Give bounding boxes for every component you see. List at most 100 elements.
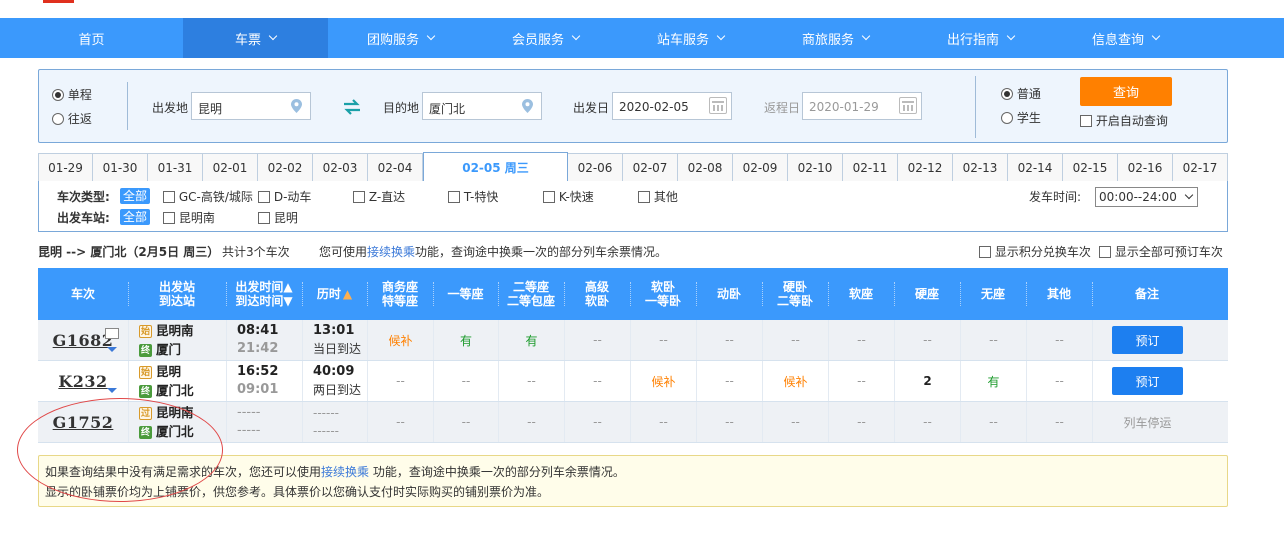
table-row: G1682 始昆明南 终厦门 08:41 21:42 13:01 当日到达 候补… xyxy=(38,320,1228,361)
date-tab[interactable]: 02-02 xyxy=(258,153,313,182)
seat-soft-seat: -- xyxy=(828,361,894,401)
table-header: 车次 出发站 到达站 出发时间▲ 到达时间▼ 历时 ▲ 商务座 特等座 一等座 二… xyxy=(38,268,1228,320)
filter-k[interactable]: K-快速 xyxy=(543,188,594,205)
trip-oneway-radio[interactable]: 单程 xyxy=(52,86,92,103)
seat-second: -- xyxy=(498,402,564,442)
type-normal-radio[interactable]: 普通 xyxy=(1001,85,1041,102)
notice-line-2: 显示的卧铺票价均为上铺票价，供您参考。具体票价以您确认支付时实际购买的铺别票价为… xyxy=(45,485,550,499)
trip-round-radio[interactable]: 往返 xyxy=(52,110,92,127)
train-number[interactable]: G1752 xyxy=(53,413,114,432)
from-station: 昆明南 xyxy=(156,405,194,420)
auto-query-checkbox[interactable]: 开启自动查询 xyxy=(1080,112,1168,129)
date-tab[interactable]: 02-04 xyxy=(368,153,423,182)
checkbox-icon xyxy=(543,191,555,203)
to-station: 厦门北 xyxy=(156,383,194,398)
book-button[interactable]: 预订 xyxy=(1112,367,1183,395)
arrival-day: 当日到达 xyxy=(313,342,362,356)
from-station: 昆明南 xyxy=(156,323,194,338)
date-tab[interactable]: 01-31 xyxy=(148,153,203,182)
seat-first: 有 xyxy=(433,320,498,360)
depart-time-label: 发车时间: xyxy=(1029,190,1082,204)
checkbox-icon xyxy=(638,191,650,203)
calendar-icon[interactable] xyxy=(899,97,917,114)
train-info-icon[interactable] xyxy=(105,328,119,339)
col-second: 二等座 二等包座 xyxy=(498,268,564,320)
date-tab[interactable]: 02-03 xyxy=(313,153,368,182)
date-tab[interactable]: 01-29 xyxy=(38,153,93,182)
book-button[interactable]: 预订 xyxy=(1112,326,1183,354)
filter-panel: 车次类型: 全部 GC-高铁/城际 D-动车 Z-直达 T-特快 K-快速 其他… xyxy=(38,181,1228,232)
col-duration[interactable]: 历时 ▲ xyxy=(302,268,367,320)
suspended-status: 列车停运 xyxy=(1092,402,1202,442)
date-tab[interactable]: 02-10 xyxy=(788,153,843,182)
nav-home[interactable]: 首页 xyxy=(0,18,183,58)
seat-business[interactable]: 候补 xyxy=(367,320,433,360)
checkbox-icon xyxy=(1099,246,1111,258)
col-times[interactable]: 出发时间▲ 到达时间▼ xyxy=(226,268,302,320)
date-tab-active[interactable]: 02-05 周三 xyxy=(423,152,568,182)
seat-soft-seat: -- xyxy=(828,402,894,442)
station-kunming[interactable]: 昆明 xyxy=(258,209,298,226)
date-tab[interactable]: 02-15 xyxy=(1063,153,1118,182)
swap-icon[interactable] xyxy=(343,99,361,115)
depart-time-select[interactable]: 00:00--24:00 xyxy=(1095,187,1198,207)
filter-d[interactable]: D-动车 xyxy=(258,188,311,205)
divider xyxy=(975,76,976,138)
date-tab[interactable]: 02-11 xyxy=(843,153,898,182)
date-tab[interactable]: 02-07 xyxy=(623,153,678,182)
col-moving-sleeper: 动卧 xyxy=(696,268,762,320)
date-tab[interactable]: 01-30 xyxy=(93,153,148,182)
seat-soft-sleeper[interactable]: 候补 xyxy=(630,361,696,401)
date-tab[interactable]: 02-16 xyxy=(1118,153,1173,182)
filter-gc[interactable]: GC-高铁/城际 xyxy=(163,188,253,205)
calendar-icon[interactable] xyxy=(709,97,727,114)
depart-time: 16:52 xyxy=(237,364,279,379)
from-station: 昆明 xyxy=(156,364,182,379)
date-tab[interactable]: 02-08 xyxy=(678,153,733,182)
filter-other[interactable]: 其他 xyxy=(638,188,678,205)
chevron-down-icon xyxy=(861,31,871,41)
query-button[interactable]: 查询 xyxy=(1080,77,1172,106)
dropdown-arrow-icon[interactable] xyxy=(107,388,117,393)
nav-station-service[interactable]: 站车服务 xyxy=(618,18,763,58)
date-tab[interactable]: 02-06 xyxy=(568,153,623,182)
show-all-bookable[interactable]: 显示全部可预订车次 xyxy=(1099,243,1223,260)
col-no-seat: 无座 xyxy=(960,268,1026,320)
nav-travel-guide[interactable]: 出行指南 xyxy=(908,18,1053,58)
nav-tickets[interactable]: 车票 xyxy=(183,18,328,58)
date-tab[interactable]: 02-09 xyxy=(733,153,788,182)
date-tab[interactable]: 02-01 xyxy=(203,153,258,182)
seat-hard-sleeper: -- xyxy=(762,320,828,360)
radio-icon xyxy=(52,113,64,125)
transfer-link[interactable]: 接续换乘 xyxy=(321,465,369,479)
notice-box: 如果查询结果中没有满足需求的车次，您还可以使用接续换乘 功能，查询途中换乘一次的… xyxy=(38,455,1228,507)
seat-hard-sleeper[interactable]: 候补 xyxy=(762,361,828,401)
seat-deluxe-sleeper: -- xyxy=(564,402,630,442)
train-type-all-button[interactable]: 全部 xyxy=(120,188,151,204)
transfer-link[interactable]: 接续换乘 xyxy=(367,245,415,259)
date-tab[interactable]: 02-14 xyxy=(1008,153,1063,182)
checkbox-icon xyxy=(258,191,270,203)
dropdown-arrow-icon[interactable] xyxy=(107,347,117,352)
date-tab[interactable]: 02-13 xyxy=(953,153,1008,182)
col-hard-seat: 硬座 xyxy=(894,268,960,320)
nav-business-travel[interactable]: 商旅服务 xyxy=(763,18,908,58)
to-label: 目的地 xyxy=(383,101,420,115)
seat-no-seat: -- xyxy=(960,320,1026,360)
show-points-trains[interactable]: 显示积分兑换车次 xyxy=(979,243,1091,260)
date-tab[interactable]: 02-12 xyxy=(898,153,953,182)
arrive-time: 21:42 xyxy=(237,341,279,356)
seat-first: -- xyxy=(433,402,498,442)
col-train-no: 车次 xyxy=(70,287,95,301)
nav-info-query[interactable]: 信息查询 xyxy=(1053,18,1198,58)
filter-t[interactable]: T-特快 xyxy=(448,188,498,205)
filter-z[interactable]: Z-直达 xyxy=(353,188,405,205)
station-kunming-south[interactable]: 昆明南 xyxy=(163,209,215,226)
date-tab[interactable]: 02-17 xyxy=(1173,153,1228,182)
nav-group-service[interactable]: 团购服务 xyxy=(328,18,473,58)
station-all-button[interactable]: 全部 xyxy=(120,209,151,225)
type-student-radio[interactable]: 学生 xyxy=(1001,109,1041,126)
nav-member-service[interactable]: 会员服务 xyxy=(473,18,618,58)
col-other: 其他 xyxy=(1026,268,1092,320)
train-number[interactable]: K232 xyxy=(58,372,107,391)
